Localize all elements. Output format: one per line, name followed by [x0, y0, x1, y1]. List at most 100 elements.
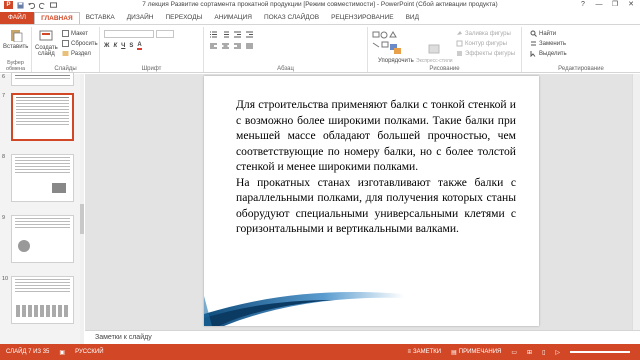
clipboard-group: Вставить Буфер обмена: [0, 27, 32, 72]
increase-indent-icon[interactable]: [246, 31, 253, 38]
font-group: Ж К Ч S A Шрифт: [100, 27, 204, 72]
create-slide-button[interactable]: Создать слайд: [35, 30, 58, 57]
strikethrough-icon[interactable]: S: [129, 43, 133, 49]
align-center-icon[interactable]: [222, 43, 229, 50]
shape-outline-button[interactable]: Контур фигуры: [456, 40, 507, 47]
slide-thumbnail-9[interactable]: [11, 215, 74, 263]
create-slide-label: Создать слайд: [35, 45, 58, 57]
restore-button[interactable]: ❐: [608, 0, 622, 9]
arrange-icon: [389, 44, 401, 54]
thumbnails-scrollbar[interactable]: [80, 74, 84, 344]
thumbnails-scroll-thumb[interactable]: [80, 204, 84, 234]
help-button[interactable]: ?: [576, 0, 590, 9]
current-slide[interactable]: Для строительства применяют балки с тонк…: [204, 76, 539, 326]
align-left-icon[interactable]: [210, 43, 217, 50]
tab-design[interactable]: ДИЗАЙН: [121, 12, 160, 24]
tab-insert[interactable]: ВСТАВКА: [80, 12, 121, 24]
align-right-icon[interactable]: [234, 43, 241, 50]
numbering-icon[interactable]: [222, 31, 229, 38]
normal-view-icon[interactable]: ▭: [511, 349, 517, 356]
drawing-group-label: Рисование: [429, 66, 460, 72]
canvas-scrollbar[interactable]: [632, 74, 640, 330]
justify-icon[interactable]: [246, 43, 253, 50]
slide-thumbnail-6[interactable]: [11, 72, 74, 86]
slide-thumbnail-7[interactable]: [11, 93, 74, 141]
shape-effects-button[interactable]: Эффекты фигуры: [456, 50, 515, 57]
tab-file[interactable]: ФАЙЛ: [0, 12, 35, 24]
find-icon: [530, 30, 537, 37]
zoom-slider[interactable]: [570, 351, 630, 353]
spellcheck-icon[interactable]: ▣: [59, 349, 65, 356]
tab-slideshow[interactable]: ПОКАЗ СЛАЙДОВ: [258, 12, 325, 24]
section-button[interactable]: Раздел: [62, 50, 91, 57]
redo-icon[interactable]: [39, 2, 46, 9]
underline-icon[interactable]: Ч: [121, 43, 125, 49]
slide-paragraph-1: Для строительства применяют балки с тонк…: [236, 98, 516, 173]
comments-toggle-icon[interactable]: ▤: [451, 349, 457, 356]
shape-outline-icon: [456, 40, 463, 47]
notes-placeholder: Заметки к слайду: [95, 334, 152, 341]
language-indicator[interactable]: РУССКИЙ: [75, 349, 103, 355]
window-title: 7 лекция Развитие сортамента прокатной п…: [142, 1, 498, 8]
slides-group: Создать слайд Макет Сбросить Раздел Слай…: [32, 27, 100, 72]
italic-icon[interactable]: К: [113, 43, 117, 49]
notes-pane[interactable]: Заметки к слайду: [85, 330, 640, 344]
tab-review[interactable]: РЕЦЕНЗИРОВАНИЕ: [325, 12, 400, 24]
slideshow-view-icon[interactable]: ▷: [555, 349, 560, 356]
undo-icon[interactable]: [28, 2, 35, 9]
slide-counter: СЛАЙД 7 ИЗ 35: [6, 349, 50, 355]
shape-effects-label: Эффекты фигуры: [465, 50, 516, 57]
slide-canvas: Для строительства применяют балки с тонк…: [85, 74, 632, 330]
save-icon[interactable]: [17, 1, 24, 9]
slideshow-icon[interactable]: [50, 1, 57, 9]
reset-label: Сбросить: [71, 40, 98, 47]
find-label: Найти: [539, 30, 557, 37]
thumbnail-number: 9: [2, 215, 6, 221]
reset-button[interactable]: Сбросить: [62, 40, 98, 47]
thumbnail-number: 8: [2, 154, 6, 160]
close-button[interactable]: ✕: [624, 0, 638, 9]
align-buttons: [210, 43, 253, 50]
shape-fill-icon: [457, 31, 462, 35]
bullets-icon[interactable]: [210, 31, 217, 38]
replace-button[interactable]: Заменить: [530, 40, 566, 47]
tab-transitions[interactable]: ПЕРЕХОДЫ: [159, 12, 208, 24]
select-label: Выделить: [539, 50, 567, 57]
shape-fill-button[interactable]: Заливка фигуры: [456, 30, 511, 37]
replace-label: Заменить: [539, 40, 566, 47]
comments-toggle-label[interactable]: ПРИМЕЧАНИЯ: [459, 349, 502, 355]
section-label: Раздел: [71, 50, 91, 57]
minimize-button[interactable]: —: [592, 0, 606, 9]
slide-thumbnail-10[interactable]: [11, 276, 74, 324]
tab-home[interactable]: ГЛАВНАЯ: [34, 12, 80, 24]
slide-sorter-icon[interactable]: ⊞: [527, 349, 532, 356]
clipboard-group-label: Буфер обмена: [5, 60, 26, 72]
tab-animations[interactable]: АНИМАЦИЯ: [208, 12, 258, 24]
arrange-button[interactable]: Упорядочить: [378, 43, 414, 64]
paragraph-group: Абзац: [204, 27, 368, 72]
select-button[interactable]: Выделить: [530, 50, 567, 57]
font-group-label: Шрифт: [141, 66, 162, 72]
slide-thumbnail-8[interactable]: [11, 154, 74, 202]
reading-view-icon[interactable]: ▯: [542, 349, 545, 356]
layout-button[interactable]: Макет: [62, 30, 88, 37]
bold-icon[interactable]: Ж: [104, 43, 109, 49]
notes-toggle-label[interactable]: ЗАМЕТКИ: [413, 349, 441, 355]
layout-icon: [62, 30, 69, 37]
paste-button[interactable]: Вставить: [3, 29, 28, 50]
thumbnail-number: 6: [2, 74, 6, 80]
ribbon: Вставить Буфер обмена Создать слайд Маке…: [0, 24, 640, 73]
notes-toggle-icon[interactable]: ≡: [407, 349, 411, 355]
slide-text-box[interactable]: Для строительства применяют балки с тонк…: [236, 97, 516, 237]
title-bar: P 7 лекция Развитие сортамента прокатной…: [0, 0, 640, 10]
layout-label: Макет: [71, 30, 88, 37]
window-controls: ? — ❐ ✕: [576, 0, 638, 9]
tab-view[interactable]: ВИД: [400, 12, 425, 24]
font-color-icon[interactable]: A: [137, 42, 142, 50]
find-button[interactable]: Найти: [530, 30, 556, 37]
quick-access-toolbar: P: [0, 1, 57, 9]
decrease-indent-icon[interactable]: [234, 31, 241, 38]
shape-effects-icon: [457, 51, 462, 56]
font-family-select[interactable]: [104, 30, 174, 38]
quick-styles-button[interactable]: Экспресс-стили: [416, 43, 453, 64]
